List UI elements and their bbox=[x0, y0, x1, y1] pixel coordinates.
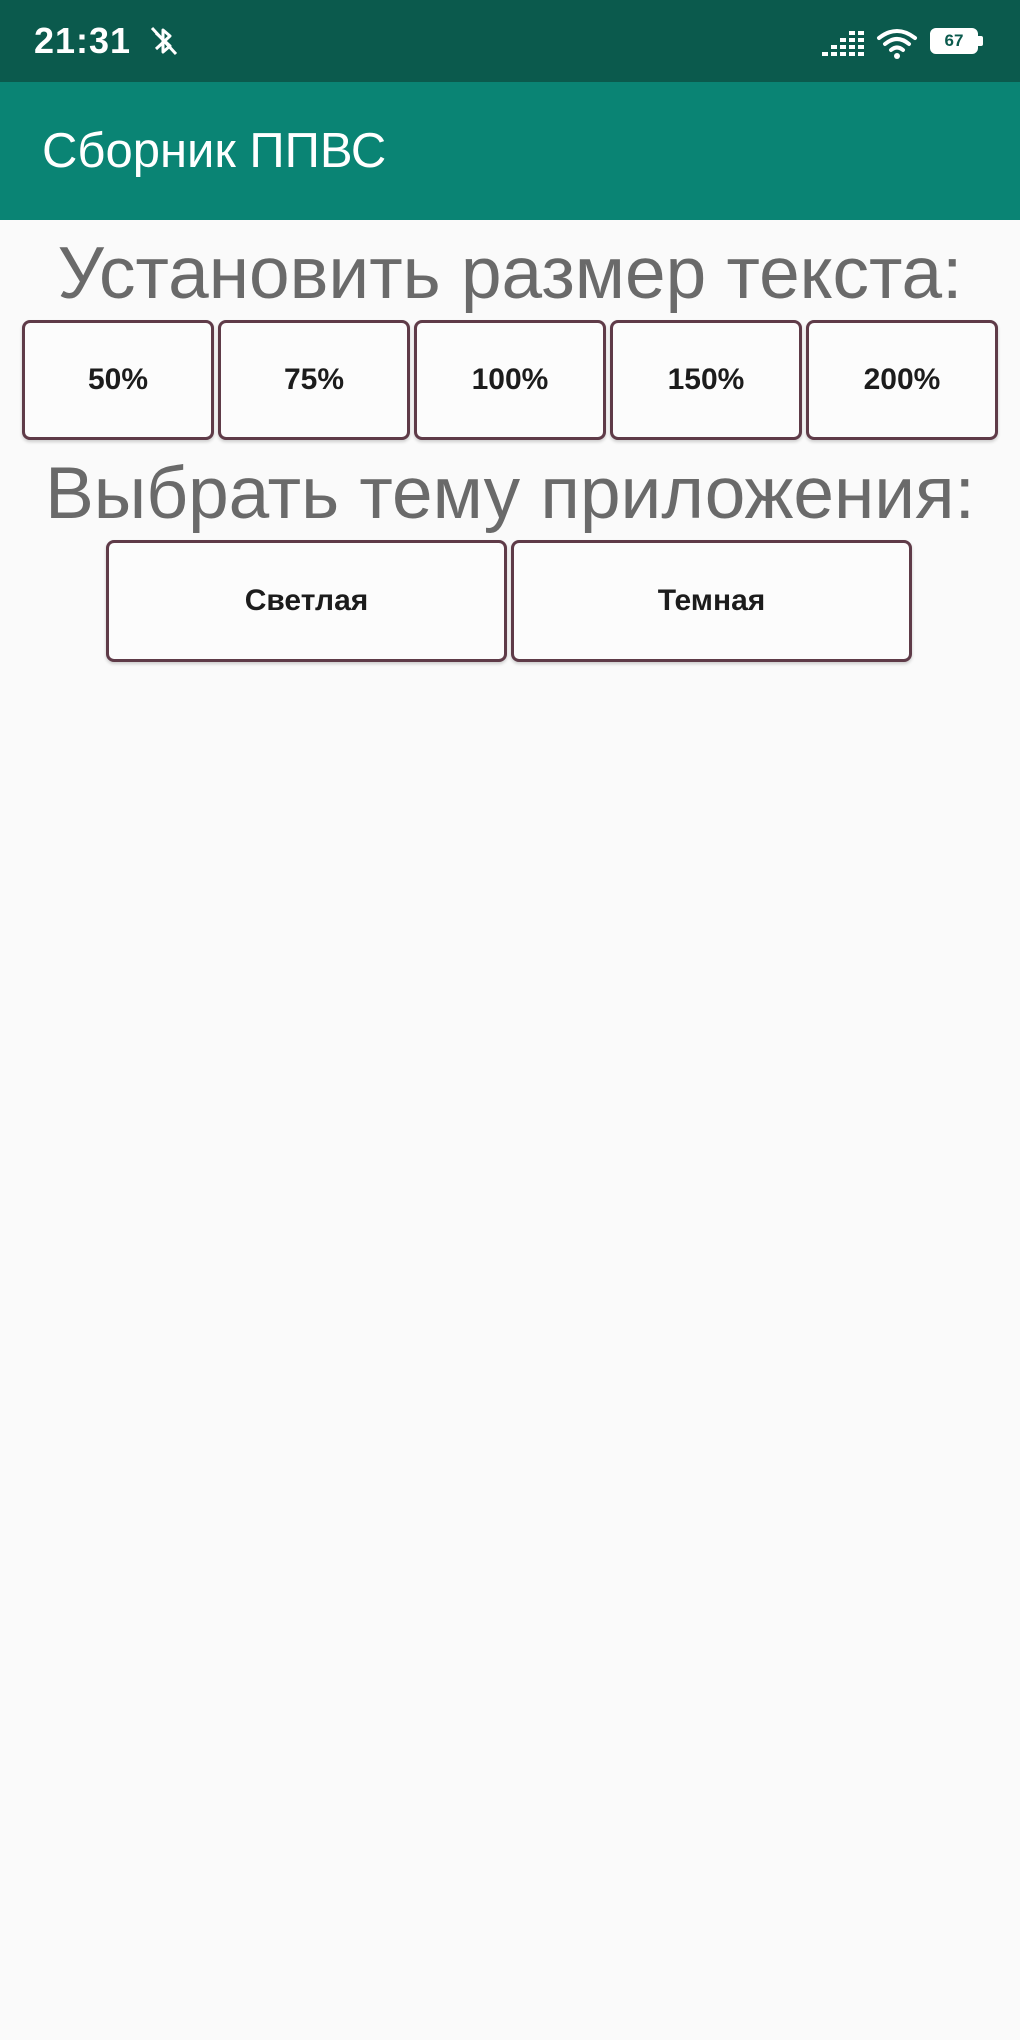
cellular-signal-icon bbox=[822, 31, 864, 56]
battery-icon: 67 bbox=[930, 28, 984, 56]
text-size-button-row: 50% 75% 100% 150% 200% bbox=[22, 320, 998, 440]
text-size-heading: Установить размер текста: bbox=[57, 233, 963, 314]
text-size-100-button[interactable]: 100% bbox=[414, 320, 606, 440]
wifi-icon bbox=[877, 29, 917, 59]
status-time: 21:31 bbox=[34, 20, 132, 61]
app-title: Сборник ППВС bbox=[42, 124, 387, 178]
settings-screen: 21:31 67 Сборник ППВС Установить размер … bbox=[0, 0, 1020, 2040]
status-bar: 21:31 67 bbox=[0, 0, 1020, 82]
theme-button-row: Светлая Темная bbox=[106, 540, 912, 662]
app-bar: Сборник ППВС bbox=[0, 82, 1020, 220]
battery-level: 67 bbox=[944, 31, 964, 50]
bluetooth-off-icon bbox=[150, 26, 178, 56]
text-size-150-button[interactable]: 150% bbox=[610, 320, 802, 440]
dark-theme-button[interactable]: Темная bbox=[511, 540, 912, 662]
text-size-200-button[interactable]: 200% bbox=[806, 320, 998, 440]
text-size-50-button[interactable]: 50% bbox=[22, 320, 214, 440]
text-size-75-button[interactable]: 75% bbox=[218, 320, 410, 440]
light-theme-button[interactable]: Светлая bbox=[106, 540, 507, 662]
theme-heading: Выбрать тему приложения: bbox=[45, 453, 975, 534]
